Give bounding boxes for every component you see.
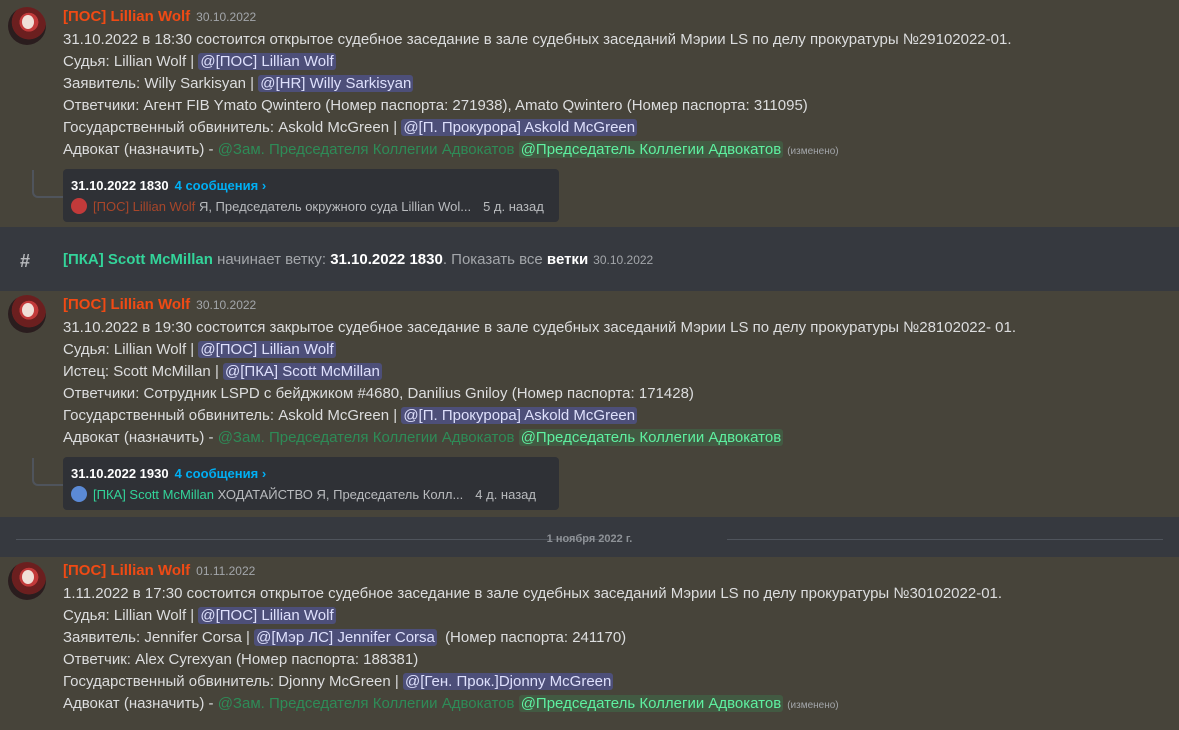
- avatar: [71, 198, 87, 214]
- avatar[interactable]: [8, 562, 46, 600]
- role-mention[interactable]: @Зам. Председателя Коллегии Адвокатов: [218, 695, 515, 712]
- thread-message-count[interactable]: 4 сообщения ›: [175, 178, 267, 193]
- message-line: Адвокат (назначить) - @Зам. Председателя…: [63, 141, 839, 158]
- message-line: Истец: Scott McMillan | @[ПКА] Scott McM…: [63, 363, 382, 380]
- thread-message-count[interactable]: 4 сообщения ›: [175, 466, 267, 481]
- thread-ago: 5 д. назад: [483, 199, 544, 214]
- message-line: Адвокат (назначить) - @Зам. Председателя…: [63, 429, 784, 446]
- message-3: [ПОС] Lillian Wolf 01.11.2022 1.11.2022 в…: [0, 557, 1179, 730]
- message-line: Судья: Lillian Wolf | @[ПОС] Lillian Wol…: [63, 607, 336, 624]
- user-mention[interactable]: @[Ген. Прок.]Djonny McGreen: [402, 673, 614, 690]
- thread-last-author: [ПОС] Lillian Wolf: [93, 199, 196, 214]
- thread-preview[interactable]: 31.10.2022 1830 4 сообщения › [ПОС] Lilli…: [63, 169, 559, 222]
- message-line: Адвокат (назначить) - @Зам. Председателя…: [63, 695, 839, 712]
- message-line: Государственный обвинитель: Askold McGre…: [63, 407, 638, 424]
- message-line: Судья: Lillian Wolf | @[ПОС] Lillian Wol…: [63, 341, 336, 358]
- date-divider-label: 1 ноября 2022 г.: [546, 533, 633, 545]
- user-mention[interactable]: @[П. Прокурора] Askold McGreen: [401, 119, 638, 136]
- message-line: 31.10.2022 в 18:30 состоится открытое су…: [63, 31, 1012, 48]
- avatar: [71, 486, 87, 502]
- thread-last-text: ХОДАТАЙСТВО Я, Председатель Колл...: [217, 487, 464, 502]
- user-mention[interactable]: @[ПКА] Scott McMillan: [223, 363, 382, 380]
- system-message: # [ПКА] Scott McMillan начинает ветку: 3…: [0, 227, 1179, 291]
- author-name[interactable]: [ПКА] Scott McMillan: [63, 251, 213, 268]
- message-line: Государственный обвинитель: Askold McGre…: [63, 119, 638, 136]
- thread-title: 31.10.2022 1930: [71, 466, 169, 481]
- role-mention[interactable]: @Зам. Председателя Коллегии Адвокатов: [218, 141, 515, 158]
- role-mention[interactable]: @Председатель Коллегии Адвокатов: [518, 141, 784, 158]
- user-mention[interactable]: @[ПОС] Lillian Wolf: [198, 53, 336, 70]
- author-name[interactable]: [ПОС] Lillian Wolf: [63, 296, 190, 313]
- message-1: [ПОС] Lillian Wolf 30.10.2022 31.10.2022 …: [0, 0, 1179, 227]
- message-2: [ПОС] Lillian Wolf 30.10.2022 31.10.2022 …: [0, 291, 1179, 517]
- role-mention[interactable]: @Председатель Коллегии Адвокатов: [518, 429, 784, 446]
- avatar[interactable]: [8, 7, 46, 45]
- thread-icon: #: [20, 251, 31, 271]
- author-name[interactable]: [ПОС] Lillian Wolf: [63, 562, 190, 579]
- thread-link[interactable]: 31.10.2022 1830: [330, 251, 443, 268]
- message-line: Судья: Lillian Wolf | @[ПОС] Lillian Wol…: [63, 53, 336, 70]
- user-mention[interactable]: @[ПОС] Lillian Wolf: [198, 341, 336, 358]
- timestamp: 30.10.2022: [196, 298, 257, 312]
- date-divider: 1 ноября 2022 г.: [0, 517, 1179, 557]
- timestamp: 30.10.2022: [196, 10, 257, 24]
- author-name[interactable]: [ПОС] Lillian Wolf: [63, 8, 190, 25]
- user-mention[interactable]: @[HR] Willy Sarkisyan: [258, 75, 414, 92]
- thread-spine: [32, 458, 64, 486]
- thread-title: 31.10.2022 1830: [71, 178, 169, 193]
- user-mention[interactable]: @[ПОС] Lillian Wolf: [198, 607, 336, 624]
- thread-spine: [32, 170, 64, 198]
- thread-last-author: [ПКА] Scott McMillan: [93, 487, 214, 502]
- message-line: Государственный обвинитель: Djonny McGre…: [63, 673, 614, 690]
- role-mention[interactable]: @Председатель Коллегии Адвокатов: [518, 695, 784, 712]
- edited-label: (изменено): [787, 700, 839, 711]
- show-all-threads-link[interactable]: ветки: [547, 251, 588, 268]
- message-line: 31.10.2022 в 19:30 состоится закрытое су…: [63, 319, 1017, 336]
- thread-preview[interactable]: 31.10.2022 1930 4 сообщения › [ПКА] Scott…: [63, 457, 559, 510]
- message-line: Заявитель: Willy Sarkisyan | @[HR] Willy…: [63, 75, 414, 92]
- message-line: Заявитель: Jennifer Corsa | @[Мэр ЛС] Je…: [63, 629, 627, 646]
- message-line: Ответчики: Сотрудник LSPD с бейджиком #4…: [63, 385, 694, 402]
- message-line: 1.11.2022 в 17:30 состоится открытое суд…: [63, 585, 1003, 602]
- user-mention[interactable]: @[Мэр ЛС] Jennifer Corsa: [254, 629, 437, 646]
- user-mention[interactable]: @[П. Прокурора] Askold McGreen: [401, 407, 638, 424]
- timestamp: 30.10.2022: [593, 253, 654, 267]
- timestamp: 01.11.2022: [196, 564, 256, 578]
- thread-last-text: Я, Председатель окружного суда Lillian W…: [198, 199, 472, 214]
- message-line: Ответчики: Агент FIB Ymato Qwintero (Ном…: [63, 97, 808, 114]
- message-line: Ответчик: Alex Cyrexyan (Номер паспорта:…: [63, 651, 419, 668]
- edited-label: (изменено): [787, 146, 839, 157]
- role-mention[interactable]: @Зам. Председателя Коллегии Адвокатов: [218, 429, 515, 446]
- thread-ago: 4 д. назад: [475, 487, 536, 502]
- avatar[interactable]: [8, 295, 46, 333]
